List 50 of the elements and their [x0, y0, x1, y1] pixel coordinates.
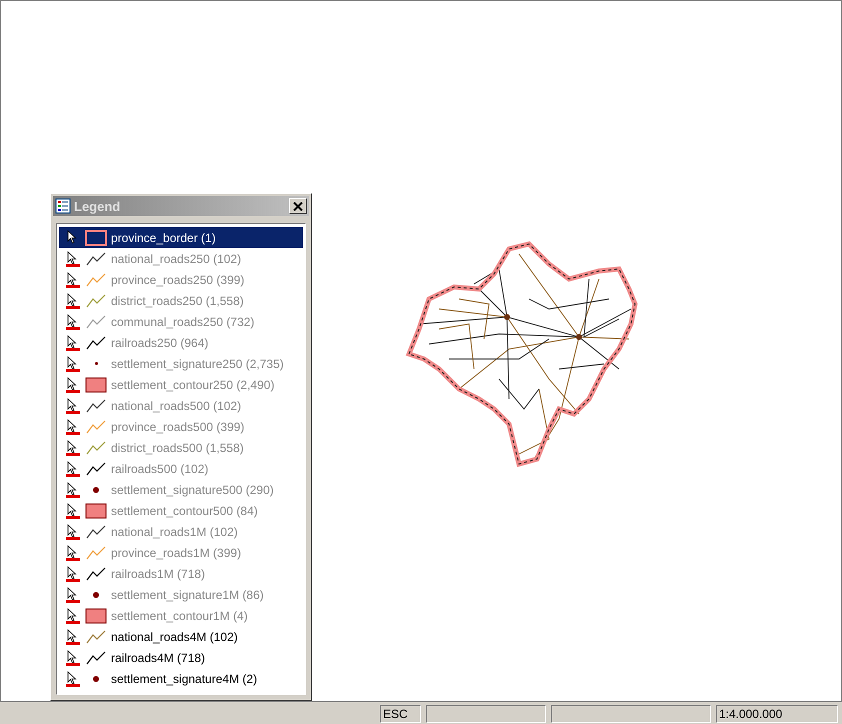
layer-item[interactable]: national_roads4M (102): [59, 626, 303, 647]
pointer-visibility-icon[interactable]: [65, 418, 81, 434]
window-title: Legend: [74, 198, 122, 214]
layer-item[interactable]: railroads1M (718): [59, 563, 303, 584]
layer-item[interactable]: province_roads500 (399): [59, 416, 303, 437]
layer-item[interactable]: province_border (1): [59, 227, 303, 248]
layer-item[interactable]: settlement_signature250 (2,735): [59, 353, 303, 374]
pointer-visibility-icon[interactable]: [65, 502, 81, 518]
pointer-visibility-icon[interactable]: [65, 566, 81, 582]
layer-item[interactable]: province_roads250 (399): [59, 269, 303, 290]
pointer-visibility-icon[interactable]: [65, 356, 81, 372]
layer-item[interactable]: settlement_contour500 (84): [59, 500, 303, 521]
layer-item[interactable]: settlement_signature500 (290): [59, 479, 303, 500]
pointer-visibility-icon[interactable]: [65, 292, 81, 308]
map-canvas[interactable]: [0, 0, 842, 702]
pointer-visibility-icon[interactable]: [65, 670, 81, 686]
pointer-visibility-icon[interactable]: [65, 544, 81, 560]
layer-item[interactable]: railroads250 (964): [59, 332, 303, 353]
layer-item[interactable]: settlement_signature1M (86): [59, 584, 303, 605]
pointer-visibility-icon[interactable]: [65, 650, 81, 666]
layer-item[interactable]: province_roads1M (399): [59, 542, 303, 563]
pointer-visibility-icon[interactable]: [65, 482, 81, 498]
layer-item[interactable]: settlement_signature4M (2): [59, 668, 303, 689]
layer-item[interactable]: railroads4M (718): [59, 647, 303, 668]
pointer-visibility-icon[interactable]: [65, 608, 81, 624]
layer-item[interactable]: railroads500 (102): [59, 458, 303, 479]
layer-item[interactable]: national_roads250 (102): [59, 248, 303, 269]
layer-item[interactable]: communal_roads250 (732): [59, 311, 303, 332]
pointer-visibility-icon[interactable]: [65, 586, 81, 602]
layer-item[interactable]: settlement_contour1M (4): [59, 605, 303, 626]
pointer-visibility-icon[interactable]: [65, 524, 81, 540]
layer-item[interactable]: district_roads500 (1,558): [59, 437, 303, 458]
pointer-visibility-icon[interactable]: [65, 440, 81, 456]
layer-item[interactable]: national_roads500 (102): [59, 395, 303, 416]
layer-item[interactable]: national_roads1M (102): [59, 521, 303, 542]
close-icon: [293, 202, 303, 210]
pointer-visibility-icon[interactable]: [65, 398, 81, 414]
close-button[interactable]: [289, 198, 307, 214]
list-icon: [55, 198, 71, 214]
pointer-visibility-icon[interactable]: [65, 628, 81, 644]
layer-item[interactable]: district_roads250 (1,558): [59, 290, 303, 311]
pointer-visibility-icon[interactable]: [65, 460, 81, 476]
status-key: ESC: [380, 705, 422, 723]
layer-item[interactable]: settlement_contour250 (2,490): [59, 374, 303, 395]
pointer-visibility-icon[interactable]: [65, 376, 81, 392]
pointer-visibility-icon[interactable]: [65, 250, 81, 266]
scale-display: 1:4.000.000: [716, 705, 838, 723]
pointer-visibility-icon[interactable]: [65, 314, 81, 330]
pointer-visibility-icon[interactable]: [65, 272, 81, 288]
pointer-visibility-icon[interactable]: [65, 334, 81, 350]
